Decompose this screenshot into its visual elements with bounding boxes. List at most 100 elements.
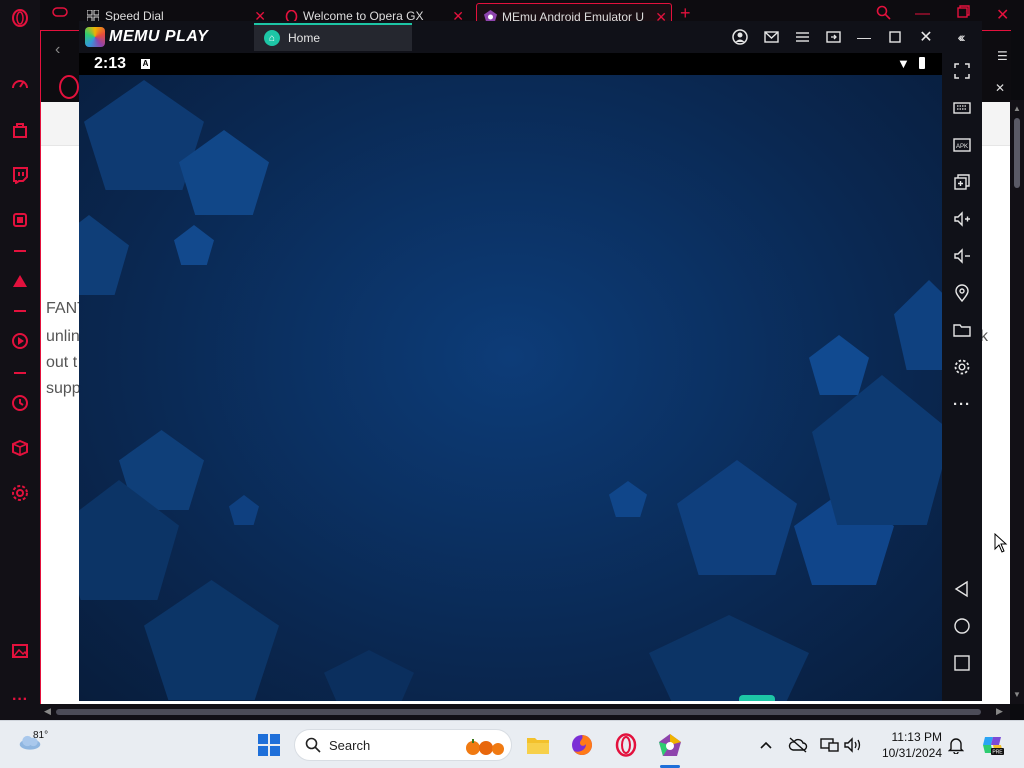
scroll-up-arrow-icon[interactable]: ▲ bbox=[1013, 104, 1021, 113]
sidebar-divider bbox=[14, 310, 26, 312]
search-placeholder: Search bbox=[329, 737, 371, 753]
game-controller-icon[interactable] bbox=[52, 5, 68, 23]
fullscreen-icon[interactable] bbox=[951, 60, 973, 82]
taskbar-date[interactable]: 10/31/2024 bbox=[870, 746, 942, 760]
wallpaper-pentagon bbox=[324, 650, 414, 701]
minimize-icon[interactable]: ― bbox=[854, 27, 874, 47]
sidebar-divider bbox=[14, 250, 26, 252]
folder-icon[interactable] bbox=[951, 319, 973, 341]
windows-start-icon[interactable] bbox=[257, 733, 281, 757]
close-window-icon[interactable]: ✕ bbox=[996, 5, 1009, 25]
history-icon[interactable] bbox=[10, 393, 30, 413]
taskbar-search-box[interactable]: Search bbox=[294, 729, 512, 761]
gx-control-icon[interactable] bbox=[10, 210, 30, 230]
volume-down-icon[interactable] bbox=[951, 245, 973, 267]
scroll-left-arrow-icon[interactable]: ◀ bbox=[44, 706, 51, 717]
wallpaper-pentagon bbox=[809, 335, 869, 395]
volume-up-icon[interactable] bbox=[951, 208, 973, 230]
aria-icon[interactable] bbox=[10, 271, 30, 291]
opera-logo-icon[interactable] bbox=[10, 8, 30, 28]
wifi-icon: ▼ bbox=[897, 56, 910, 71]
memu-title-bar: MEMU PLAY ⌂ Home ― ✕ ‹‹‹ bbox=[79, 21, 982, 53]
tray-chevron-up-icon[interactable] bbox=[754, 733, 778, 757]
home-tab-icon: ⌂ bbox=[264, 30, 280, 46]
scroll-right-arrow-icon[interactable]: ▶ bbox=[996, 706, 1003, 717]
page-text-line: supp bbox=[46, 380, 81, 397]
battery-icon bbox=[919, 57, 925, 69]
keyboard-icon[interactable] bbox=[951, 97, 973, 119]
weather-temperature: 81° bbox=[33, 730, 49, 741]
wallpaper-pentagon bbox=[144, 580, 279, 700]
memu-logo: MEMU PLAY bbox=[85, 27, 208, 47]
cloud-offline-icon[interactable] bbox=[786, 733, 810, 757]
scroll-down-arrow-icon[interactable]: ▼ bbox=[1013, 690, 1021, 699]
add-window-icon[interactable] bbox=[951, 171, 973, 193]
scrollbar-thumb[interactable] bbox=[56, 709, 981, 715]
wallpaper-pentagon bbox=[649, 615, 809, 701]
firefox-icon[interactable] bbox=[570, 733, 594, 757]
home-tab[interactable]: ⌂ Home bbox=[254, 23, 412, 51]
wallpaper-pentagon bbox=[174, 225, 214, 265]
memu-gem-icon bbox=[85, 27, 105, 47]
memu-taskbar-icon[interactable] bbox=[658, 733, 682, 757]
android-screen[interactable]: 2:13 A ▼ bbox=[79, 53, 942, 701]
svg-text:PRE: PRE bbox=[992, 750, 1003, 756]
android-home-icon[interactable] bbox=[951, 615, 973, 637]
twitch-icon[interactable] bbox=[10, 165, 30, 185]
taskbar-time[interactable]: 11:13 PM bbox=[870, 730, 942, 744]
multi-window-icon[interactable] bbox=[823, 27, 843, 47]
location-pin-icon[interactable] bbox=[951, 282, 973, 304]
close-bar-icon[interactable]: ✕ bbox=[995, 81, 1005, 95]
page-text-line: out t bbox=[46, 354, 78, 371]
memu-logo-text: MEMU PLAY bbox=[109, 28, 209, 45]
extensions-cube-icon[interactable] bbox=[10, 438, 30, 458]
mail-icon[interactable] bbox=[761, 27, 781, 47]
bag-icon[interactable] bbox=[10, 120, 30, 140]
android-recents-icon[interactable] bbox=[951, 652, 973, 674]
account-icon[interactable] bbox=[730, 27, 750, 47]
page-text-line: unlin bbox=[46, 328, 80, 345]
settings-icon[interactable] bbox=[951, 356, 973, 378]
wallpaper-image-icon[interactable] bbox=[10, 641, 30, 661]
home-tab-label: Home bbox=[288, 31, 321, 45]
file-explorer-icon[interactable] bbox=[526, 733, 550, 757]
close-icon[interactable]: ✕ bbox=[916, 27, 936, 47]
search-icon bbox=[305, 737, 321, 753]
more-options-icon[interactable]: ··· bbox=[951, 393, 973, 415]
back-arrow-icon[interactable]: ‹ bbox=[55, 41, 60, 59]
horizontal-scrollbar[interactable]: ◀ ▶ bbox=[40, 704, 1010, 720]
wallpaper-pentagon bbox=[677, 460, 797, 575]
minimize-window-icon[interactable]: ― bbox=[915, 5, 930, 22]
android-clock: 2:13 bbox=[94, 55, 127, 72]
android-back-icon[interactable] bbox=[951, 578, 973, 600]
page-settings-icon[interactable]: ☰ bbox=[997, 49, 1008, 63]
mouse-cursor-icon bbox=[994, 532, 1008, 558]
speedometer-icon[interactable] bbox=[10, 74, 30, 94]
copilot-icon[interactable]: PRE bbox=[980, 733, 1006, 757]
keyboard-badge: A bbox=[141, 59, 150, 69]
maximize-icon[interactable] bbox=[885, 27, 905, 47]
notifications-bell-icon[interactable] bbox=[944, 733, 968, 757]
memu-emulator-window: MEMU PLAY ⌂ Home ― ✕ ‹‹‹ 2:13 A ▼ APK ··… bbox=[79, 21, 982, 701]
menu-icon[interactable] bbox=[792, 27, 812, 47]
windows-taskbar: 81° Search 11:13 PM 10/31/2024 PRE bbox=[0, 720, 1024, 768]
restore-window-icon[interactable] bbox=[957, 5, 970, 22]
wallpaper-pentagon bbox=[229, 495, 259, 525]
apk-install-icon[interactable]: APK bbox=[951, 134, 973, 156]
player-icon[interactable] bbox=[10, 331, 30, 351]
volume-icon[interactable] bbox=[842, 733, 866, 757]
site-logo-icon[interactable] bbox=[57, 75, 81, 104]
wallpaper-pentagon bbox=[894, 280, 942, 370]
memu-toolbar: APK ··· bbox=[942, 53, 982, 701]
dock-indicator bbox=[739, 695, 775, 701]
opera-sidebar: ··· bbox=[0, 0, 40, 720]
android-status-bar: 2:13 A ▼ bbox=[79, 53, 942, 75]
settings-gear-icon[interactable] bbox=[10, 483, 30, 503]
scrollbar-thumb[interactable] bbox=[1014, 118, 1020, 188]
vertical-scrollbar[interactable]: ▲ ▼ bbox=[1010, 100, 1024, 704]
collapse-sidebar-icon[interactable]: ‹‹‹ bbox=[950, 27, 970, 47]
opera-gx-taskbar-icon[interactable] bbox=[614, 733, 638, 757]
more-dots-icon[interactable]: ··· bbox=[10, 690, 30, 710]
android-wallpaper bbox=[79, 75, 942, 701]
network-icon[interactable] bbox=[818, 733, 842, 757]
